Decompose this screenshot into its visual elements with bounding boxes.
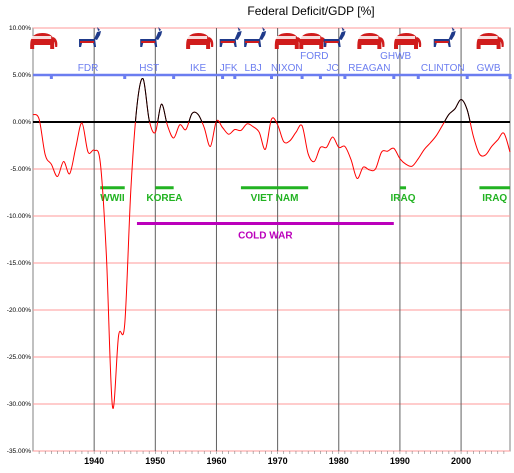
term-marker (270, 74, 273, 79)
war-label: WWII (100, 193, 125, 204)
elephant-stripe (187, 36, 208, 39)
war-label: VIET NAM (251, 193, 299, 204)
donkey-stripe (80, 41, 95, 43)
donkey-stripe (245, 41, 260, 43)
president-label: HST (139, 63, 159, 74)
x-tick-label: 1990 (390, 456, 410, 466)
donkey-stripe (220, 41, 235, 43)
x-tick-label: 1960 (206, 456, 226, 466)
term-marker (123, 74, 127, 79)
president-label: JFK (220, 63, 238, 74)
war-label: IRAQ (390, 193, 415, 204)
donkey-stripe (324, 41, 339, 43)
elephant-stripe (300, 36, 321, 39)
y-tick-label: -35.00% (7, 448, 31, 455)
x-tick-label: 1940 (84, 456, 104, 466)
president-label: FDR (78, 63, 99, 74)
elephant-stripe (31, 36, 52, 39)
term-marker (508, 74, 512, 79)
term-marker (465, 74, 469, 79)
term-marker (233, 74, 237, 79)
elephant-stripe (275, 36, 296, 39)
term-marker (172, 74, 176, 79)
x-tick-label: 1950 (145, 456, 165, 466)
president-label: IKE (190, 63, 206, 74)
donkey-stripe (141, 41, 156, 43)
y-tick-label: 0.00% (13, 119, 32, 126)
y-tick-label: 5.00% (13, 72, 32, 79)
president-label: NIXON (271, 63, 303, 74)
y-tick-label: -5.00% (10, 166, 31, 173)
term-marker (318, 74, 322, 79)
war-label: IRAQ (482, 193, 507, 204)
y-axis-ticks: 10.00% 5.00% 0.00% -5.00% -10.00% -15.00% -20.… (7, 25, 31, 455)
term-marker (300, 74, 304, 79)
elephant-stripe (395, 36, 416, 39)
president-label: GHWB (380, 51, 411, 62)
x-tick-label: 2000 (451, 456, 471, 466)
term-marker (49, 74, 53, 79)
x-tick-label: 1970 (268, 456, 288, 466)
term-marker (221, 74, 225, 79)
y-tick-label: -10.00% (7, 213, 31, 220)
president-label: GWB (477, 63, 501, 74)
president-label: FORD (300, 51, 328, 62)
term-marker (343, 74, 347, 79)
x-axis-ticks: 1940 1950 1960 1970 1980 1990 2000 (38, 451, 505, 466)
y-tick-label: -20.00% (7, 307, 31, 314)
y-tick-label: -25.00% (7, 354, 31, 361)
term-marker (392, 74, 396, 79)
elephant-stripe (477, 36, 498, 39)
elephant-stripe (358, 36, 379, 39)
y-tick-label: -15.00% (7, 260, 31, 267)
president-label: LBJ (245, 63, 262, 74)
term-marker (416, 74, 420, 79)
president-label: JC (327, 63, 339, 74)
president-label: REAGAN (348, 63, 390, 74)
y-tick-label: 10.00% (9, 25, 31, 32)
donkey-stripe (434, 41, 449, 43)
cold-war-label: COLD WAR (238, 231, 293, 242)
chart-title: Federal Deficit/GDP [%] (247, 4, 374, 18)
president-label: CLINTON (421, 63, 465, 74)
deficit-chart: Federal Deficit/GDP [%] 10.00% 5.00% 0.00%… (7, 4, 512, 466)
x-tick-label: 1980 (329, 456, 349, 466)
y-tick-label: -30.00% (7, 401, 31, 408)
war-label: KOREA (146, 193, 182, 204)
